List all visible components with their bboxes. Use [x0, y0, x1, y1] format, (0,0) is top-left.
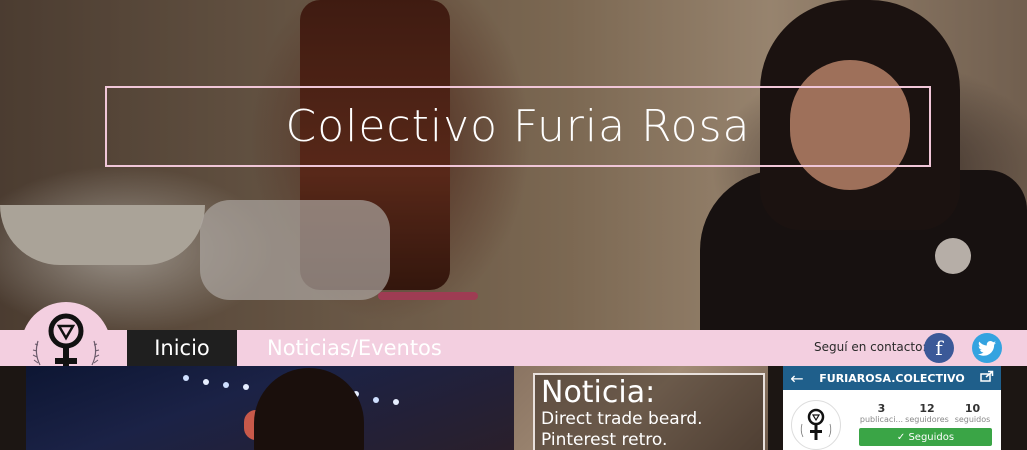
featured-photo[interactable]	[26, 366, 514, 450]
news-line: Pinterest retro.	[541, 430, 668, 450]
facebook-icon[interactable]: f	[924, 333, 954, 363]
stat-label: seguidores	[905, 415, 949, 424]
news-heading: Noticia:	[541, 375, 656, 410]
share-icon[interactable]	[973, 370, 1001, 386]
instagram-widget: ← FURIAROSA.COLECTIVO 3 publicaci... 12 …	[783, 366, 1001, 450]
stat-value: 3	[877, 402, 886, 415]
contact-label: Seguí en contacto:	[814, 340, 927, 354]
nav-item-inicio[interactable]: Inicio	[127, 330, 237, 366]
venus-fist-icon	[800, 408, 832, 440]
following-button[interactable]: ✓ Seguidos	[859, 428, 992, 446]
instagram-username[interactable]: FURIAROSA.COLECTIVO	[811, 372, 973, 385]
instagram-stats: 3 publicaci... 12 seguidores 10 seguidos	[859, 402, 995, 424]
stat-label: seguidos	[954, 415, 991, 424]
stat-followers: 12 seguidores	[905, 402, 950, 424]
news-card[interactable]: Noticia: Direct trade beard. Pinterest r…	[533, 373, 765, 450]
site-title-frame: Colectivo Furia Rosa	[105, 86, 931, 167]
twitter-icon[interactable]	[972, 333, 1002, 363]
site-title: Colectivo Furia Rosa	[285, 101, 751, 152]
instagram-avatar[interactable]	[791, 400, 841, 450]
stat-value: 12	[919, 402, 935, 415]
news-line: Direct trade beard.	[541, 409, 703, 429]
instagram-header: ← FURIAROSA.COLECTIVO	[783, 366, 1001, 390]
stat-following: 10 seguidos	[950, 402, 995, 424]
stat-label: publicaci...	[859, 415, 904, 424]
stat-posts: 3 publicaci...	[859, 402, 904, 424]
nav-item-noticias-eventos[interactable]: Noticias/Eventos	[267, 330, 442, 366]
arrow-left-icon[interactable]: ←	[783, 369, 811, 388]
stat-value: 10	[964, 402, 981, 415]
